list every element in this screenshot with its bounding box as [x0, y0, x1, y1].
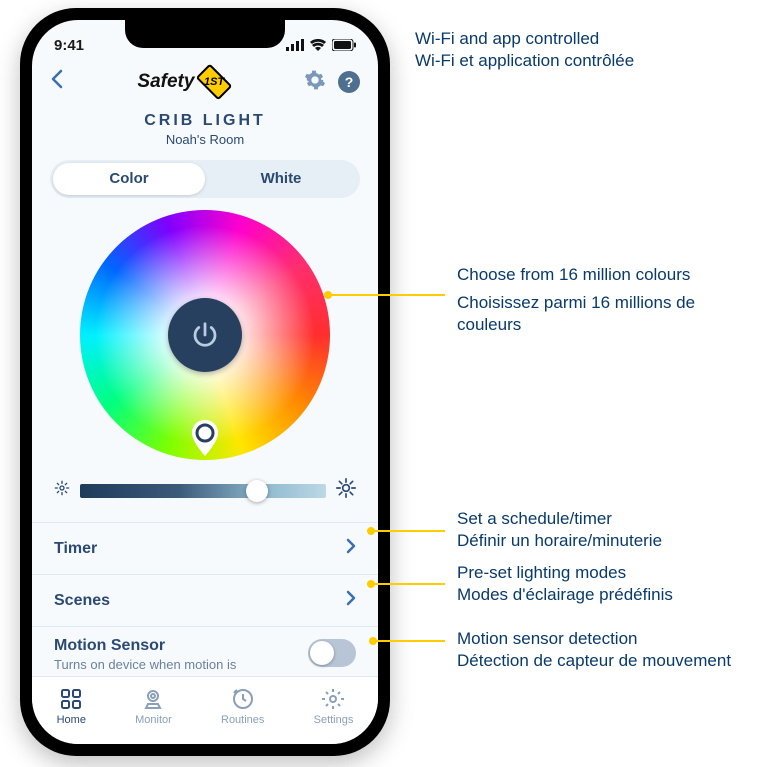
- nav-bar: Safety 1ST ?: [32, 60, 378, 104]
- tab-home[interactable]: Home: [57, 687, 86, 726]
- callout-scenes-fr: Modes d'éclairage prédéfinis: [457, 584, 673, 606]
- chevron-right-icon: [346, 538, 356, 559]
- row-label: Motion Sensor: [54, 637, 236, 655]
- status-time: 9:41: [54, 37, 84, 54]
- room-name: Noah's Room: [32, 132, 378, 147]
- tab-bar: Home Monitor Routines Settings: [32, 676, 378, 744]
- chevron-right-icon: [346, 590, 356, 611]
- callout-wifi-fr: Wi-Fi et application contrôlée: [415, 50, 634, 72]
- segment-white[interactable]: White: [205, 163, 357, 195]
- gear-icon[interactable]: [304, 69, 326, 96]
- phone-screen: 9:41 Safety: [32, 20, 378, 744]
- brightness-high-icon: [336, 478, 356, 503]
- color-picker-handle[interactable]: [190, 420, 220, 450]
- row-timer[interactable]: Timer: [32, 522, 378, 574]
- tab-label: Monitor: [135, 714, 172, 726]
- callout-scenes-en: Pre-set lighting modes: [457, 562, 673, 584]
- brightness-thumb[interactable]: [246, 480, 268, 502]
- callout-colors-en: Choose from 16 million colours: [457, 264, 757, 286]
- signal-icon: [286, 39, 304, 51]
- callout-motion-en: Motion sensor detection: [457, 628, 731, 650]
- callout-wifi-en: Wi-Fi and app controlled: [415, 28, 634, 50]
- power-button[interactable]: [168, 298, 242, 372]
- row-sublabel: Turns on device when motion is: [54, 657, 236, 672]
- toggle-knob: [310, 641, 334, 665]
- notch: [125, 20, 285, 48]
- device-title: CRIB LIGHT: [32, 112, 378, 130]
- callout-colors-fr: Choisissez parmi 16 millions de couleurs: [457, 292, 757, 336]
- settings-list: Timer Scenes Motion Sensor Turns on devi…: [32, 522, 378, 690]
- tab-label: Home: [57, 714, 86, 726]
- row-label: Scenes: [54, 592, 110, 610]
- brand-logo: Safety 1ST: [137, 71, 230, 93]
- callout-timer-fr: Définir un horaire/minuterie: [457, 530, 662, 552]
- tab-settings[interactable]: Settings: [314, 687, 354, 726]
- brightness-row: [54, 478, 356, 503]
- motion-toggle[interactable]: [308, 639, 356, 667]
- wifi-icon: [310, 39, 326, 51]
- tab-routines[interactable]: Routines: [221, 687, 264, 726]
- row-label: Timer: [54, 540, 97, 558]
- brand-badge: 1ST: [204, 76, 224, 88]
- brightness-slider[interactable]: [80, 484, 326, 498]
- brand-text: Safety: [137, 71, 194, 93]
- brightness-low-icon: [54, 480, 70, 501]
- phone-frame: 9:41 Safety: [20, 8, 390, 756]
- tab-label: Settings: [314, 714, 354, 726]
- callouts: Wi-Fi and app controlled Wi-Fi et applic…: [415, 0, 757, 767]
- row-scenes[interactable]: Scenes: [32, 574, 378, 626]
- help-icon[interactable]: ?: [338, 71, 360, 93]
- back-button[interactable]: [50, 69, 64, 95]
- color-wheel[interactable]: [80, 210, 330, 460]
- device-header: CRIB LIGHT Noah's Room: [32, 112, 378, 147]
- battery-icon: [332, 39, 356, 51]
- callout-timer-en: Set a schedule/timer: [457, 508, 662, 530]
- callout-motion-fr: Détection de capteur de mouvement: [457, 650, 731, 672]
- tab-monitor[interactable]: Monitor: [135, 687, 172, 726]
- segmented-control[interactable]: Color White: [50, 160, 360, 198]
- segment-color[interactable]: Color: [53, 163, 205, 195]
- tab-label: Routines: [221, 714, 264, 726]
